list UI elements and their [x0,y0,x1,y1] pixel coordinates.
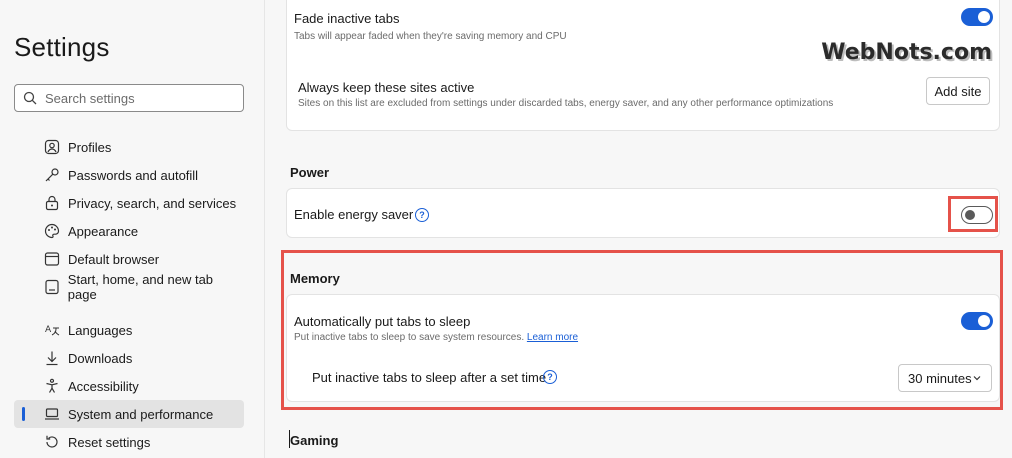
browser-icon [44,251,68,267]
sidebar-item-system-performance[interactable]: System and performance [14,400,244,428]
sidebar-item-label: Privacy, search, and services [68,195,237,211]
sidebar-item-label: Default browser [68,251,160,267]
energy-saver-highlight [948,196,998,232]
sidebar-item-passwords[interactable]: Passwords and autofill [14,161,244,189]
sidebar-item-label: Start, home, and new tab page [67,272,214,302]
memory-highlight [281,250,1003,410]
laptop-icon [44,406,68,422]
main-content: Fade inactive tabs Tabs will appear fade… [266,0,1012,458]
sidebar-item-downloads[interactable]: Downloads [14,344,244,372]
sidebar-item-label: Profiles [68,139,112,155]
add-site-button[interactable]: Add site [926,77,990,105]
watermark: WebNots.com [821,40,992,65]
page-title: Settings [14,32,110,62]
sidebar-item-label: Accessibility [68,378,139,394]
profile-icon [44,139,68,155]
palette-icon [44,223,68,239]
energy-saver-label: Enable energy saver [294,207,414,222]
sidebar-item-accessibility[interactable]: Accessibility [14,372,244,400]
sidebar-item-default-browser[interactable]: Default browser [14,245,244,273]
sidebar-item-profiles[interactable]: Profiles [14,133,244,161]
sidebar-item-label: Appearance [68,223,139,239]
power-heading: Power [290,165,330,180]
sidebar-item-label: Languages [68,322,133,338]
home-page-icon [44,279,68,295]
help-icon[interactable]: ? [415,208,429,222]
svg-text:A: A [45,325,52,335]
sidebar-item-label: Reset settings [68,434,151,450]
keep-active-title: Always keep these sites active [298,80,475,95]
fade-tabs-subtitle: Tabs will appear faded when they're savi… [294,31,567,42]
sidebar-item-label: Passwords and autofill [68,167,199,183]
keep-active-subtitle: Sites on this list are excluded from set… [298,98,834,109]
key-icon [44,167,68,183]
fade-tabs-toggle[interactable] [961,8,993,26]
sidebar-item-start-home[interactable]: Start, home, and new tab page [14,272,244,302]
download-icon [44,350,68,366]
lock-icon [44,195,68,211]
power-card: Enable energy saver ? [286,188,1000,238]
languages-icon: A [44,322,68,338]
sidebar-item-reset[interactable]: Reset settings [14,428,244,456]
gaming-heading: Gaming [290,433,339,448]
search-icon [15,91,45,105]
performance-card: Fade inactive tabs Tabs will appear fade… [286,0,1000,131]
sidebar-item-label: Downloads [68,350,133,366]
accessibility-icon [44,378,68,394]
sidebar-item-label: System and performance [68,406,214,422]
sidebar-item-privacy[interactable]: Privacy, search, and services [14,189,244,217]
sidebar: Settings Profiles Passwords and autofill… [0,0,265,458]
sidebar-item-appearance[interactable]: Appearance [14,217,244,245]
sidebar-item-languages[interactable]: A Languages [14,316,244,344]
search-input[interactable] [45,90,235,106]
reset-icon [44,434,68,450]
fade-tabs-title: Fade inactive tabs [294,11,400,26]
search-box[interactable] [14,84,244,112]
